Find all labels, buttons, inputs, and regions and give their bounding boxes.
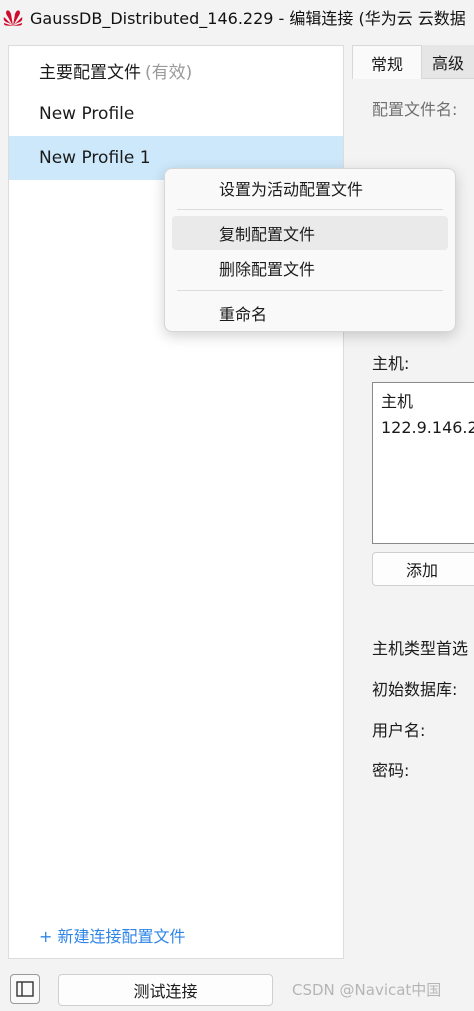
menu-item-label: 设置为活动配置文件 [219,180,364,199]
menu-item-label: 删除配置文件 [219,260,316,279]
profile-context-menu: 设置为活动配置文件 复制配置文件 删除配置文件 重命名 [164,168,456,332]
new-profile-link[interactable]: + 新建连接配置文件 [39,923,186,947]
watermark-text: CSDN @Navicat中国 [292,981,442,999]
menu-item-set-active[interactable]: 设置为活动配置文件 [172,171,448,205]
profile-name-label: 配置文件名: [372,100,458,119]
menu-item-delete[interactable]: 删除配置文件 [172,251,448,285]
password-label: 密码: [372,761,410,780]
initial-database-label: 初始数据库: [372,680,458,699]
menu-separator [177,209,443,210]
sidebar-toggle-icon [16,981,34,997]
username-label: 用户名: [372,721,426,740]
window-title: GaussDB_Distributed_146.229 - 编辑连接 (华为云 … [30,9,466,28]
profile-label: 主要配置文件 [39,62,141,83]
profile-status-note: (有效) [145,62,193,83]
menu-item-label: 复制配置文件 [219,225,316,244]
host-list-header: 主机 [381,392,414,411]
host-label: 主机: [372,354,410,373]
title-bar: GaussDB_Distributed_146.229 - 编辑连接 (华为云 … [0,0,474,34]
bottom-bar: 测试连接 CSDN @Navicat中国 [0,965,474,1011]
add-host-button[interactable]: 添加 [372,552,474,586]
profile-item-main[interactable]: 主要配置文件 (有效) [9,48,343,92]
sidebar-toggle-button[interactable] [10,974,40,1004]
tab-advanced[interactable]: 高级 [422,45,474,79]
menu-item-rename[interactable]: 重命名 [172,296,448,330]
tab-label: 常规 [370,54,403,74]
button-label: 测试连接 [133,982,198,1001]
host-list-item[interactable]: 122.9.146.2 [381,415,474,441]
tab-general[interactable]: 常规 [352,45,422,79]
button-label: 添加 [405,561,438,580]
tab-label: 高级 [431,53,464,73]
menu-separator [177,290,443,291]
menu-item-label: 重命名 [219,305,268,324]
host-list[interactable]: 主机 122.9.146.2 [372,382,474,544]
test-connection-button[interactable]: 测试连接 [58,974,273,1006]
profile-label: New Profile [39,104,135,124]
huawei-logo-icon [3,10,23,26]
host-type-label: 主机类型首选 [372,639,469,658]
profile-label: New Profile 1 [39,148,151,168]
profile-item-new-profile[interactable]: New Profile [9,92,343,136]
menu-item-duplicate[interactable]: 复制配置文件 [172,216,448,250]
